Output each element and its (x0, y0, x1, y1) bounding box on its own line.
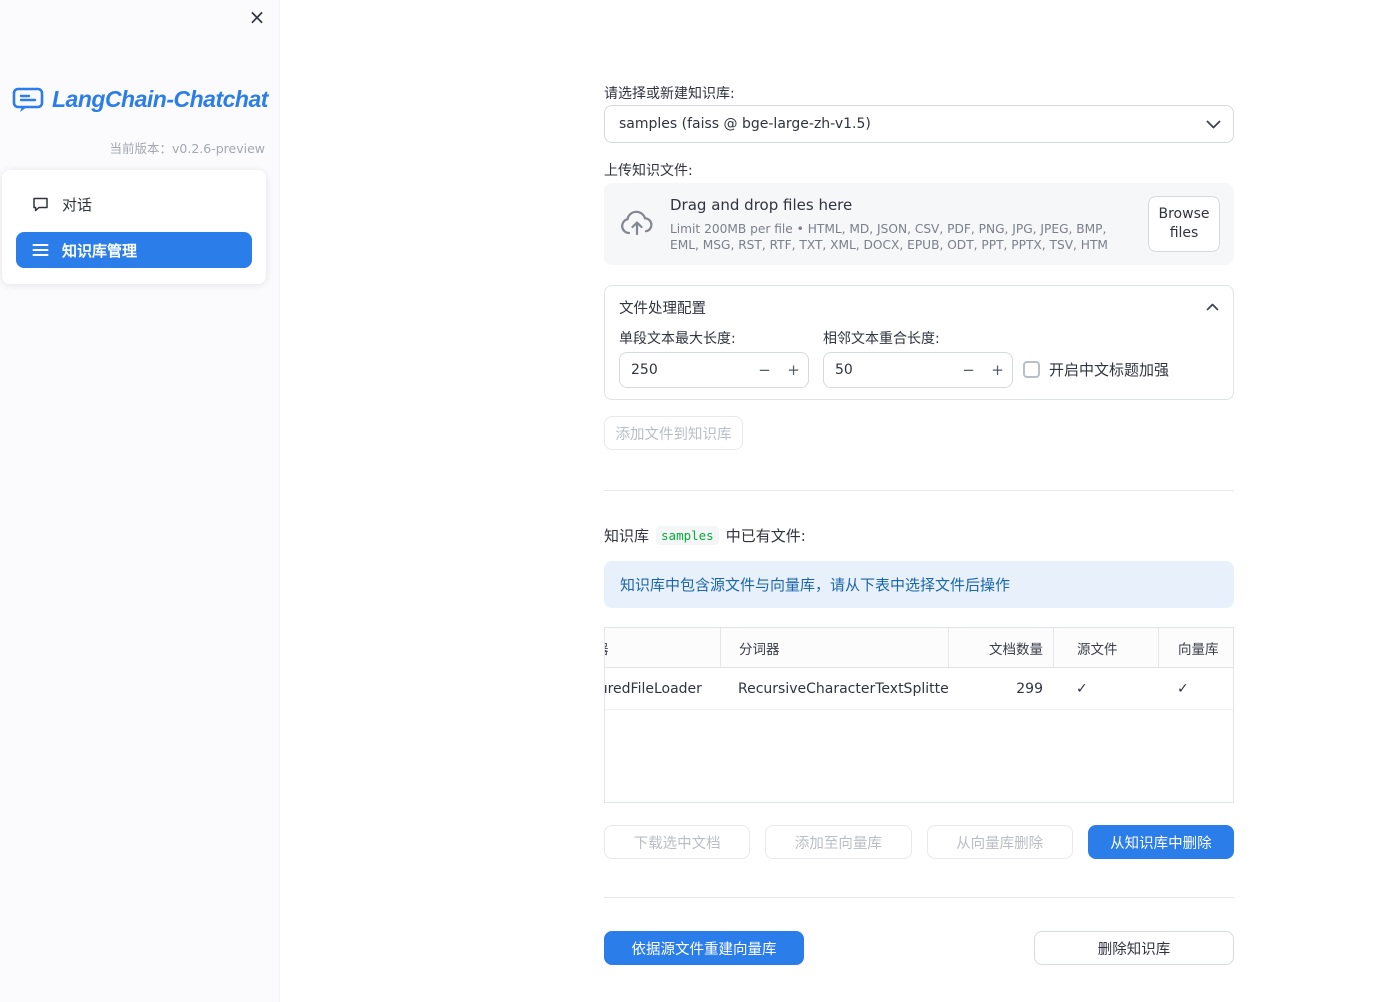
delete-from-kb-button[interactable]: 从知识库中删除 (1087, 825, 1234, 859)
list-icon (32, 243, 49, 257)
col-header-source-file[interactable]: 源文件 (1053, 628, 1158, 667)
table-header-row: 文档加载器 分词器 文档数量 源文件 向量库 (605, 628, 1233, 668)
overlap-increment-button[interactable]: + (983, 353, 1012, 387)
sidebar: × LangChain-Chatchat 当前版本：v0.2.6-preview… (0, 0, 280, 1002)
dropzone-title: Drag and drop files here (670, 195, 853, 214)
logo-text: LangChain-Chatchat (52, 86, 268, 112)
kb-name-code: samples (656, 526, 719, 545)
sidebar-item-label: 对话 (62, 195, 93, 214)
cell-source-file-check: ✓ (1076, 680, 1088, 697)
info-banner: 知识库中包含源文件与向量库，请从下表中选择文件后操作 (604, 561, 1234, 608)
dropzone-texts: Drag and drop files here Limit 200MB per… (670, 196, 1132, 253)
chunk-size-input[interactable]: 250 − + (619, 352, 809, 388)
existing-files-heading: 知识库 samples 中已有文件: (604, 525, 1234, 546)
kb-select-label: 请选择或新建知识库: (604, 86, 735, 102)
cell-loader: UnstructuredFileLoader (605, 680, 702, 697)
overlap-size-input[interactable]: 50 − + (823, 352, 1013, 388)
zh-title-checkbox-label: 开启中文标题加强 (1049, 361, 1170, 379)
cell-splitter: RecursiveCharacterTextSplitter (738, 680, 948, 697)
dropzone-limits: Limit 200MB per file • HTML, MD, JSON, C… (670, 221, 1108, 252)
file-dropzone[interactable]: Drag and drop files here Limit 200MB per… (604, 183, 1234, 265)
chunk-decrement-button[interactable]: − (750, 353, 779, 387)
chunk-size-value: 250 (631, 362, 658, 378)
col-header-splitter[interactable]: 分词器 (720, 628, 948, 667)
app-logo: LangChain-Chatchat (12, 86, 268, 113)
chunk-increment-button[interactable]: + (779, 353, 808, 387)
info-banner-text: 知识库中包含源文件与向量库，请从下表中选择文件后操作 (620, 576, 1011, 594)
version-label: 当前版本：v0.2.6-preview (109, 141, 266, 156)
sidebar-close-icon[interactable]: × (246, 6, 268, 28)
col-header-vector-store[interactable]: 向量库 (1158, 628, 1233, 667)
existing-files-prefix: 知识库 (604, 527, 650, 545)
delete-kb-button[interactable]: 删除知识库 (1034, 931, 1234, 965)
expander-title: 文件处理配置 (619, 300, 706, 317)
kb-files-table: 文档加载器 分词器 文档数量 源文件 向量库 UnstructuredFileL… (604, 627, 1234, 803)
chunk-size-label: 单段文本最大长度: (619, 331, 736, 347)
divider (604, 490, 1234, 491)
checkbox-icon (1023, 361, 1040, 378)
cloud-upload-icon (620, 210, 654, 238)
zh-title-checkbox[interactable]: 开启中文标题加强 (1023, 359, 1169, 380)
col-header-doc-count[interactable]: 文档数量 (948, 628, 1053, 667)
rebuild-vector-store-button[interactable]: 依据源文件重建向量库 (604, 931, 804, 965)
kb-select-dropdown[interactable]: samples (faiss @ bge-large-zh-v1.5) (604, 105, 1234, 143)
chat-bubble-icon (32, 196, 49, 212)
overlap-size-label: 相邻文本重合长度: (823, 331, 940, 347)
table-row[interactable]: UnstructuredFileLoader RecursiveCharacte… (605, 668, 1233, 710)
add-to-vector-store-button[interactable]: 添加至向量库 (765, 825, 912, 859)
sidebar-item-kb-management[interactable]: 知识库管理 (16, 232, 252, 268)
kb-bottom-actions: 依据源文件重建向量库 删除知识库 (604, 931, 1234, 965)
logo-chat-icon (12, 87, 44, 113)
sidebar-item-dialogue[interactable]: 对话 (16, 186, 252, 222)
file-actions-row: 下载选中文档 添加至向量库 从向量库删除 从知识库中删除 (604, 825, 1234, 859)
chevron-up-icon (1206, 303, 1219, 311)
existing-files-suffix: 中已有文件: (725, 527, 806, 545)
file-config-expander: 文件处理配置 单段文本最大长度: 相邻文本重合长度: 250 − + 50 − … (604, 285, 1234, 400)
cell-doc-count: 299 (1016, 680, 1043, 697)
sidebar-nav: 对话 知识库管理 (2, 170, 266, 284)
kb-select-value: samples (faiss @ bge-large-zh-v1.5) (619, 116, 871, 132)
upload-label: 上传知识文件: (604, 163, 693, 179)
overlap-decrement-button[interactable]: − (954, 353, 983, 387)
sidebar-item-label: 知识库管理 (62, 241, 138, 260)
expander-body: 单段文本最大长度: 相邻文本重合长度: 250 − + 50 − + 开启中文标… (605, 324, 1233, 400)
chevron-down-icon (1206, 120, 1221, 129)
divider (604, 897, 1234, 898)
add-files-to-kb-button[interactable]: 添加文件到知识库 (604, 416, 743, 450)
delete-from-vector-store-button[interactable]: 从向量库删除 (926, 825, 1073, 859)
cell-vector-store-check: ✓ (1177, 680, 1189, 697)
overlap-size-value: 50 (835, 362, 853, 378)
browse-files-button[interactable]: Browse files (1148, 196, 1220, 252)
download-selected-button[interactable]: 下载选中文档 (604, 825, 751, 859)
expander-header[interactable]: 文件处理配置 (605, 290, 1233, 324)
col-header-loader[interactable]: 文档加载器 (605, 628, 720, 667)
main-content: 请选择或新建知识库: samples (faiss @ bge-large-zh… (604, 0, 1234, 1002)
